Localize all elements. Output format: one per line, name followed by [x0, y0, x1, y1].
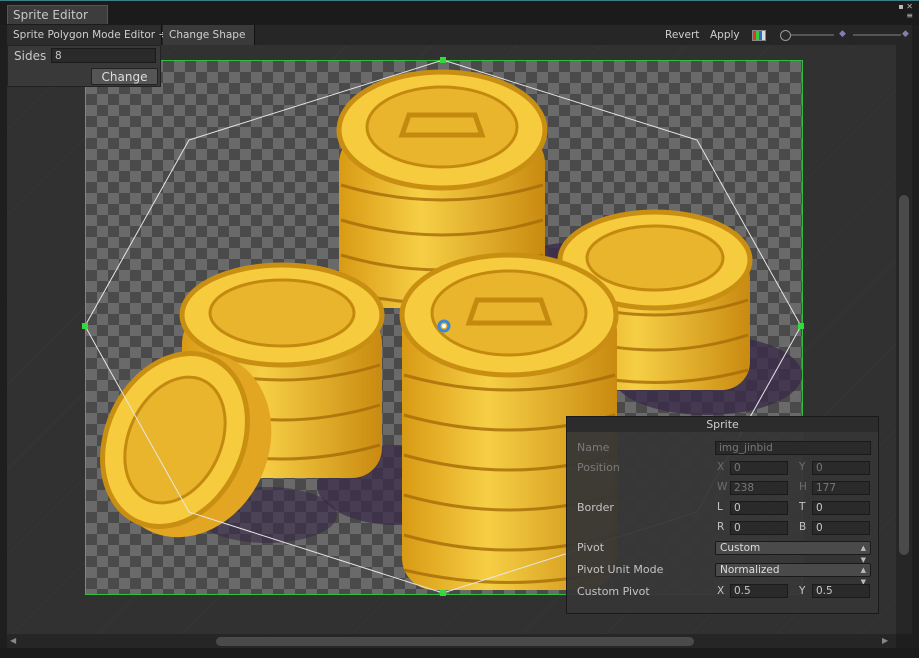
sprite-properties-panel: Sprite Name img_jinbid Position X 0 Y 0 …	[566, 416, 879, 614]
mip-large-icon[interactable]: ◆	[902, 30, 911, 39]
pos-h-label: H	[799, 481, 807, 493]
zoom-slider-thumb[interactable]	[780, 30, 791, 41]
mip-level-slider[interactable]	[853, 34, 901, 36]
border-b-label: B	[799, 521, 807, 533]
custom-pivot-x-label: X	[717, 585, 725, 597]
custom-pivot-x-field[interactable]: 0.5	[730, 584, 788, 598]
border-l-field[interactable]: 0	[730, 501, 788, 515]
pos-y-label: Y	[799, 461, 806, 473]
pos-w-label: W	[717, 481, 728, 493]
pivot-label: Pivot	[577, 541, 605, 554]
border-label: Border	[577, 501, 614, 514]
sprite-editor-tab[interactable]: Sprite Editor	[7, 5, 108, 24]
name-field: img_jinbid	[715, 441, 871, 455]
custom-pivot-y-field[interactable]: 0.5	[812, 584, 870, 598]
custom-pivot-y-label: Y	[799, 585, 806, 597]
sides-input[interactable]: 8	[51, 48, 156, 63]
bottom-strip	[0, 648, 919, 658]
pivot-unit-mode-value: Normalized	[720, 564, 780, 576]
vertex-handle-top	[440, 57, 446, 63]
sprite-panel-title: Sprite	[567, 417, 878, 432]
pivot-unit-mode-label: Pivot Unit Mode	[577, 563, 664, 576]
vertical-scroll-thumb[interactable]	[899, 195, 909, 555]
name-label: Name	[577, 441, 610, 454]
pos-h-field: 177	[812, 481, 870, 495]
editor-mode-dropdown[interactable]: Sprite Polygon Mode Editor ÷	[7, 25, 167, 45]
border-r-field[interactable]: 0	[730, 521, 788, 535]
vertex-handle-right	[798, 323, 804, 329]
border-l-label: L	[717, 501, 723, 513]
pivot-dropdown[interactable]: Custom ▲ ▼	[715, 541, 871, 564]
sides-label: Sides	[14, 49, 47, 63]
pivot-unit-mode-dropdown[interactable]: Normalized ▲ ▼	[715, 563, 871, 586]
mip-small-icon: ◆	[839, 29, 846, 39]
border-b-field[interactable]: 0	[812, 521, 870, 535]
position-label: Position	[577, 461, 620, 474]
border-t-label: T	[799, 501, 806, 513]
pos-w-field: 238	[730, 481, 788, 495]
scroll-right-icon[interactable]: ▶	[882, 636, 888, 645]
change-shape-button[interactable]: Change Shape	[163, 25, 255, 45]
pivot-dropdown-value: Custom	[720, 542, 761, 554]
border-t-field[interactable]: 0	[812, 501, 870, 515]
pos-y-field: 0	[812, 461, 870, 475]
pos-x-label: X	[717, 461, 725, 473]
apply-button[interactable]: Apply	[704, 25, 742, 45]
toolbar: Sprite Polygon Mode Editor ÷ Change Shap…	[7, 25, 912, 46]
horizontal-scroll-thumb[interactable]	[216, 637, 694, 646]
window-title-bar	[0, 0, 919, 25]
sides-popup: Sides 8 Change	[7, 45, 161, 87]
color-channel-icon[interactable]	[752, 30, 766, 41]
vertex-handle-bottom	[440, 590, 446, 596]
revert-button[interactable]: Revert	[659, 25, 703, 45]
border-r-label: R	[717, 521, 725, 533]
sides-change-button[interactable]: Change	[91, 68, 158, 85]
window-menu-icon[interactable]: ▪ ✕ ≡	[891, 2, 913, 22]
scroll-left-icon[interactable]: ◀	[10, 636, 16, 645]
custom-pivot-label: Custom Pivot	[577, 585, 650, 598]
pos-x-field: 0	[730, 461, 788, 475]
vertex-handle-left	[82, 323, 88, 329]
